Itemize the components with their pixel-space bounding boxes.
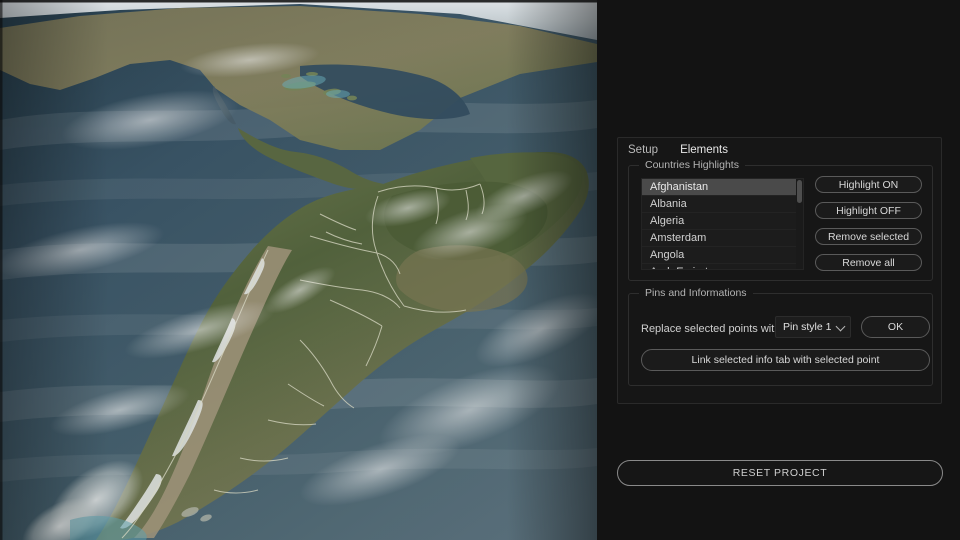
remove-all-button[interactable]: Remove all [815, 254, 922, 271]
chevron-down-icon [836, 322, 846, 332]
scrollbar-thumb[interactable] [797, 180, 802, 203]
highlight-off-button[interactable]: Highlight OFF [815, 202, 922, 219]
pin-style-select[interactable]: Pin style 1 [775, 316, 851, 338]
link-info-tab-button[interactable]: Link selected info tab with selected poi… [641, 349, 930, 371]
pins-and-informations-title: Pins and Informations [639, 287, 753, 299]
highlight-on-button[interactable]: Highlight ON [815, 176, 922, 193]
list-item[interactable]: Algeria [642, 213, 803, 230]
countries-listbox[interactable]: Afghanistan Albania Algeria Amsterdam An… [641, 178, 804, 270]
countries-list-scrollbar[interactable] [796, 179, 803, 269]
pins-and-informations-group: Pins and Informations Replace selected p… [628, 287, 933, 386]
list-item[interactable]: Angola [642, 247, 803, 264]
list-item[interactable]: Amsterdam [642, 230, 803, 247]
globe-viewport[interactable] [0, 0, 597, 540]
reset-project-button[interactable]: RESET PROJECT [617, 460, 943, 486]
pin-style-value: Pin style 1 [783, 321, 832, 333]
list-item[interactable]: Arab Emirates [642, 264, 803, 269]
replace-points-label: Replace selected points with: [641, 323, 784, 335]
countries-highlights-title: Countries Highlights [639, 159, 745, 171]
list-item[interactable]: Afghanistan [642, 179, 803, 196]
elements-panel-container: Setup Elements Countries Highlights Afgh… [617, 137, 942, 404]
application-window: Setup Elements Countries Highlights Afgh… [0, 0, 960, 540]
list-item[interactable]: Albania [642, 196, 803, 213]
ok-button[interactable]: OK [861, 316, 930, 338]
countries-highlights-group: Countries Highlights Afghanistan Albania… [628, 159, 933, 281]
control-panel: Setup Elements Countries Highlights Afgh… [597, 0, 960, 540]
remove-selected-button[interactable]: Remove selected [815, 228, 922, 245]
globe-render [0, 0, 597, 540]
